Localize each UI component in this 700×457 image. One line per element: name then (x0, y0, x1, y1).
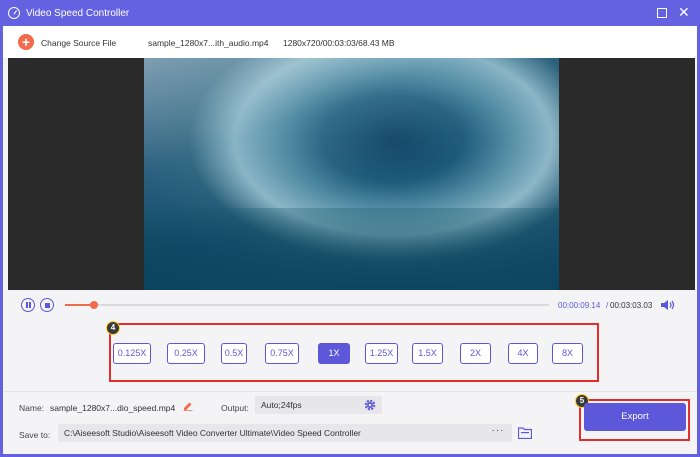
speed-option-button[interactable]: 0.25X (167, 343, 205, 364)
save-path-value: C:\Aiseesoft Studio\Aiseesoft Video Conv… (64, 428, 361, 438)
app-logo-icon (8, 7, 20, 19)
speed-option-button[interactable]: 0.125X (113, 343, 151, 364)
window-title: Video Speed Controller (26, 8, 130, 19)
name-label: Name: (19, 403, 45, 413)
video-frame (144, 58, 559, 290)
plus-icon[interactable]: + (18, 34, 34, 50)
source-file-info: 1280x720/00:03:03/68.43 MB (283, 38, 395, 48)
output-format-value: Auto;24fps (261, 400, 302, 410)
stop-icon[interactable] (40, 298, 54, 312)
playback-controls: 00:00:09.14 / 00:03:03.03 (3, 290, 697, 318)
time-separator: / (606, 301, 609, 310)
total-time: 00:03:03.03 (610, 301, 653, 310)
volume-icon[interactable] (660, 299, 676, 311)
export-button[interactable]: Export (584, 403, 686, 431)
speed-option-button[interactable]: 0.75X (265, 343, 299, 364)
save-path-field[interactable]: C:\Aiseesoft Studio\Aiseesoft Video Conv… (58, 424, 512, 442)
speed-option-button[interactable]: 2X (460, 343, 491, 364)
speed-option-button[interactable]: 1.5X (412, 343, 443, 364)
video-preview (8, 58, 695, 290)
speed-option-button[interactable]: 8X (552, 343, 583, 364)
change-source-file-button[interactable]: Change Source File (41, 38, 116, 48)
edit-icon[interactable] (183, 401, 193, 411)
gear-icon[interactable] (363, 398, 377, 412)
save-to-label: Save to: (19, 430, 51, 440)
close-button[interactable]: ✕ (678, 4, 690, 20)
maximize-button[interactable] (657, 8, 667, 18)
title-bar: Video Speed Controller ✕ (0, 0, 700, 26)
speed-option-button[interactable]: 1X (318, 343, 350, 364)
output-format-field[interactable]: Auto;24fps (255, 396, 382, 414)
output-file-name: sample_1280x7...dio_speed.mp4 (50, 403, 176, 413)
source-file-name: sample_1280x7...ith_audio.mp4 (148, 38, 269, 48)
timeline-slider[interactable] (65, 301, 549, 309)
source-bar: + Change Source File sample_1280x7...ith… (3, 26, 697, 58)
pause-icon[interactable] (21, 298, 35, 312)
current-time: 00:00:09.14 (558, 301, 601, 310)
step-badge-4: 4 (106, 321, 120, 335)
speed-option-button[interactable]: 1.25X (365, 343, 398, 364)
speed-option-button[interactable]: 0.5X (221, 343, 247, 364)
timeline-handle[interactable] (90, 301, 99, 309)
divider (3, 391, 697, 392)
output-label: Output: (221, 403, 249, 413)
folder-icon[interactable] (518, 427, 532, 439)
speed-option-button[interactable]: 4X (508, 343, 538, 364)
main-content: + Change Source File sample_1280x7...ith… (3, 26, 697, 454)
browse-button[interactable]: ··· (484, 424, 512, 442)
